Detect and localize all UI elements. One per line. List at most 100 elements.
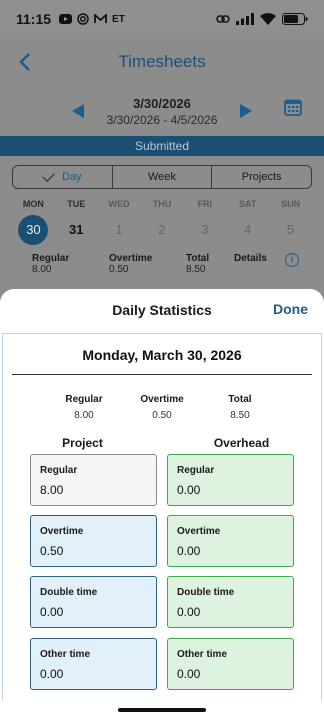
card-value: 0.00 <box>40 667 64 681</box>
column-headings: Project Overhead <box>3 436 321 450</box>
summary-overtime-label: Overtime <box>109 253 153 264</box>
signal-icon <box>236 13 254 25</box>
date-display: 3/30/2026 3/30/2026 - 4/5/2026 <box>107 96 218 127</box>
sheet-content: Monday, March 30, 2026 Regular 8.00 Over… <box>2 333 322 720</box>
card-label: Other time <box>40 649 91 660</box>
day-summary-values: 8.00 0.50 8.50 <box>0 264 324 275</box>
status-bar: 11:15 ET <box>0 0 324 38</box>
mail-icon <box>94 14 107 23</box>
week-day-selector: MON 30 TUE 31 WED 1 THU 2 FRI 3 SAT 4 SU… <box>0 199 324 245</box>
project-double-time-card: Double time 0.00 <box>30 576 157 628</box>
app-header: Timesheets <box>0 38 324 86</box>
sheet-header: Daily Statistics Done <box>0 289 324 331</box>
previous-week-arrow-icon[interactable] <box>72 104 84 118</box>
day-number: 4 <box>244 222 252 237</box>
project-other-time-card: Other time 0.00 <box>30 638 157 690</box>
tab-week-label: Week <box>148 171 176 183</box>
day-number: 3 <box>201 222 209 237</box>
summary-regular-value: 8.00 <box>32 264 52 275</box>
day-name: TUE <box>67 199 86 209</box>
card-value: 0.00 <box>177 605 201 619</box>
total-value: 8.00 <box>74 410 94 421</box>
total-overtime: Overtime 0.50 <box>123 394 201 421</box>
card-value: 0.00 <box>40 605 64 619</box>
done-button[interactable]: Done <box>273 301 308 317</box>
day-number: 1 <box>115 222 123 237</box>
day-tuesday[interactable]: TUE 31 <box>55 199 98 245</box>
week-range: 3/30/2026 - 4/5/2026 <box>106 112 218 127</box>
day-name: FRI <box>197 199 213 209</box>
submission-status-banner: Submitted <box>0 136 324 156</box>
project-heading: Project <box>62 436 103 450</box>
overhead-overtime-card: Overtime 0.00 <box>167 515 294 567</box>
day-summary-labels: Regular Overtime Total Details i <box>0 253 324 267</box>
day-number: 5 <box>286 222 295 237</box>
system-icons <box>216 13 308 25</box>
day-number: 2 <box>158 222 166 237</box>
sheet-title: Daily Statistics <box>112 302 212 318</box>
day-name: THU <box>152 199 172 209</box>
info-icon[interactable]: i <box>285 253 299 267</box>
summary-details-label: Details <box>234 253 267 264</box>
home-indicator[interactable] <box>118 708 206 712</box>
day-name: SUN <box>281 199 301 209</box>
day-wednesday[interactable]: WED 1 <box>98 199 141 245</box>
checkmark-icon <box>42 169 55 182</box>
total-label: Regular <box>65 394 103 405</box>
daily-totals: Regular 8.00 Overtime 0.50 Total 8.50 <box>3 394 321 421</box>
card-value: 0.00 <box>177 544 201 558</box>
tab-week[interactable]: Week <box>113 166 213 188</box>
wifi-icon <box>260 13 276 25</box>
day-thursday[interactable]: THU 2 <box>141 199 184 245</box>
tab-projects-label: Projects <box>241 171 282 183</box>
view-toggle: Day Week Projects <box>12 165 312 189</box>
overhead-other-time-card: Other time 0.00 <box>167 638 294 690</box>
status-time: 11:15 <box>16 11 52 27</box>
card-value: 0.00 <box>177 667 201 681</box>
statistics-date-heading: Monday, March 30, 2026 <box>82 347 242 363</box>
overhead-double-time-card: Double time 0.00 <box>167 576 294 628</box>
summary-total-value: 8.50 <box>186 264 206 275</box>
card-label: Other time <box>177 649 228 660</box>
day-number: 30 <box>18 215 49 245</box>
back-arrow-icon[interactable] <box>14 50 38 74</box>
total-label: Overtime <box>140 394 184 405</box>
day-number: 31 <box>69 222 84 237</box>
card-value: 8.00 <box>40 483 64 497</box>
total-value: 8.50 <box>230 410 250 421</box>
link-icon <box>216 15 230 23</box>
day-monday[interactable]: MON 30 <box>12 199 55 245</box>
card-label: Double time <box>177 587 235 598</box>
card-label: Overtime <box>40 526 84 537</box>
calendar-icon[interactable] <box>284 98 302 116</box>
next-week-arrow-icon[interactable] <box>240 104 252 118</box>
date-navigator: 3/30/2026 3/30/2026 - 4/5/2026 <box>0 86 324 136</box>
card-label: Regular <box>40 465 78 476</box>
gesture-bar <box>0 700 324 720</box>
summary-total-label: Total <box>186 253 210 264</box>
day-name: WED <box>108 199 130 209</box>
tab-day[interactable]: Day <box>13 166 113 188</box>
day-name: SAT <box>239 199 257 209</box>
day-sunday[interactable]: SUN 5 <box>269 199 312 245</box>
et-badge: ET <box>112 13 125 25</box>
tab-projects[interactable]: Projects <box>212 166 311 188</box>
day-friday[interactable]: FRI 3 <box>183 199 226 245</box>
daily-statistics-sheet: Daily Statistics Done Monday, March 30, … <box>0 289 324 720</box>
total-total: Total 8.50 <box>201 394 279 421</box>
youtube-icon <box>59 14 73 24</box>
overhead-heading: Overhead <box>213 436 270 450</box>
notification-icons: ET <box>59 13 125 25</box>
overhead-regular-card: Regular 0.00 <box>167 454 294 506</box>
page-title: Timesheets <box>118 52 206 71</box>
total-label: Total <box>228 394 252 405</box>
card-value: 0.00 <box>177 483 201 497</box>
total-value: 0.50 <box>152 410 172 421</box>
card-label: Overtime <box>177 526 221 537</box>
tab-day-label: Day <box>62 171 82 183</box>
day-name: MON <box>22 199 44 209</box>
day-saturday[interactable]: SAT 4 <box>226 199 269 245</box>
card-label: Double time <box>40 587 98 598</box>
project-overtime-card: Overtime 0.50 <box>30 515 157 567</box>
summary-regular-label: Regular <box>32 253 70 264</box>
